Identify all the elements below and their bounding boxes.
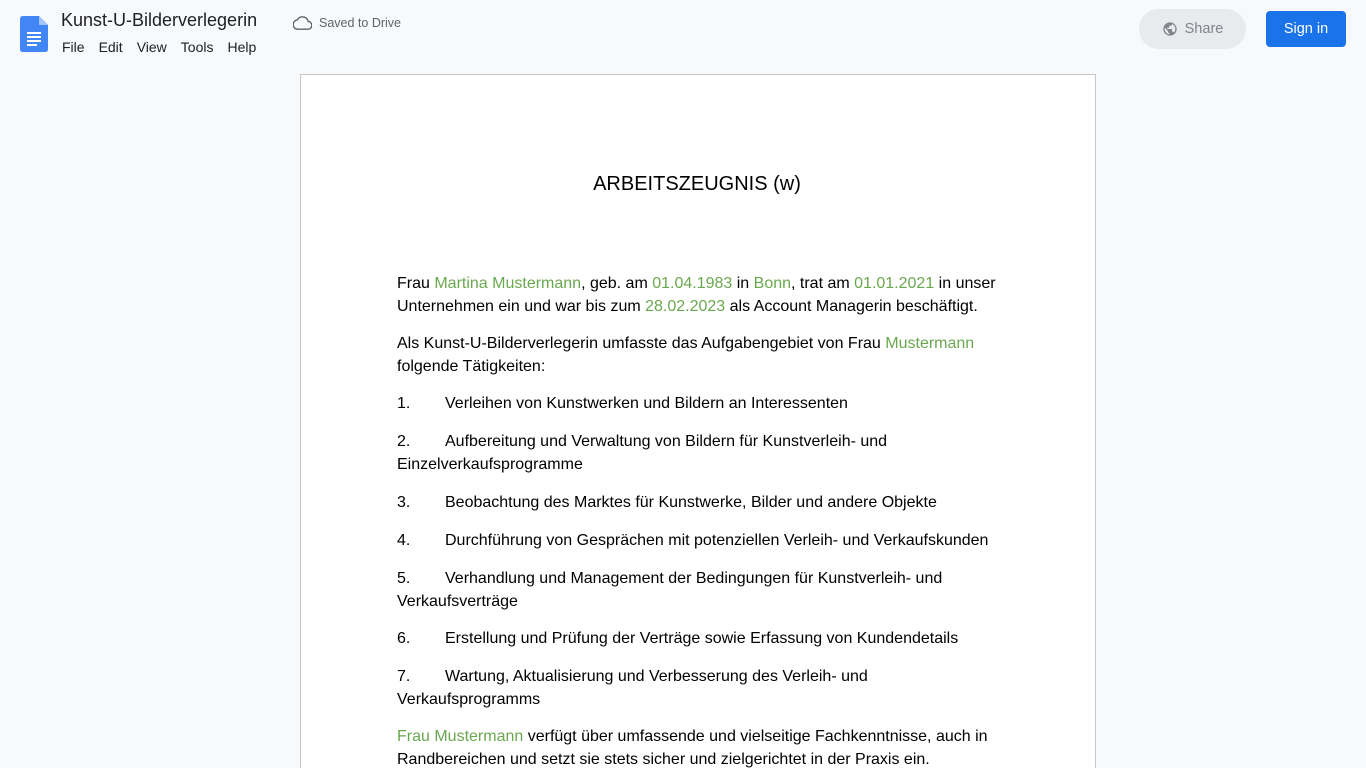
- task-number: 5.: [397, 570, 411, 587]
- task-number: 4.: [397, 532, 411, 549]
- task-item: 7. Wartung, Aktualisierung und Verbesseru…: [397, 666, 997, 711]
- task-item: 6. Erstellung und Prüfung der Verträge so…: [397, 628, 997, 651]
- employee-surname: Mustermann: [885, 335, 975, 352]
- intro-text: in: [732, 275, 754, 292]
- employee-name: Frau Mustermann: [397, 728, 524, 745]
- task-text: Erstellung und Prüfung der Verträge sowi…: [445, 630, 959, 647]
- menu-edit[interactable]: Edit: [92, 37, 130, 57]
- task-number: 3.: [397, 494, 411, 511]
- end-date: 28.02.2023: [645, 297, 726, 315]
- share-button[interactable]: Share: [1139, 9, 1246, 49]
- cloud-done-icon: [293, 16, 312, 30]
- task-text: Aufbereitung und Verwaltung von Bildern …: [397, 433, 888, 473]
- share-button-label: Share: [1184, 21, 1224, 37]
- birth-date: 01.04.1983: [652, 275, 733, 292]
- sign-in-button[interactable]: Sign in: [1266, 11, 1346, 47]
- scope-text: Als Kunst-U-Bilderverlegerin umfasste da…: [397, 335, 886, 352]
- task-text: Verleihen von Kunstwerken und Bildern an…: [445, 395, 848, 412]
- start-date: 01.01.2021: [854, 275, 935, 292]
- birth-city: Bonn: [753, 275, 792, 292]
- task-text: Verhandlung und Management der Bedingung…: [397, 570, 943, 610]
- document-title[interactable]: Kunst-U-Bilderverlegerin: [61, 10, 257, 31]
- task-text: Wartung, Aktualisierung und Verbesserung…: [397, 668, 868, 708]
- task-number: 1.: [397, 395, 411, 412]
- scope-text: folgende Tätigkeiten:: [397, 357, 546, 375]
- intro-text: , geb. am: [581, 275, 653, 292]
- menu-tools[interactable]: Tools: [174, 37, 221, 57]
- task-text: Beobachtung des Marktes für Kunstwerke, …: [445, 494, 937, 511]
- task-item: 2. Aufbereitung und Verwaltung von Bilder…: [397, 431, 997, 476]
- task-item: 4. Durchführung von Gesprächen mit potenz…: [397, 530, 997, 553]
- menu-bar: File Edit View Tools Help: [55, 36, 263, 58]
- closing-paragraph: Frau Mustermann verfügt über umfassende …: [397, 726, 997, 768]
- task-number: 7.: [397, 668, 411, 685]
- task-item: 5. Verhandlung und Management der Bedingu…: [397, 568, 997, 613]
- menu-file[interactable]: File: [55, 37, 92, 57]
- task-text: Durchführung von Gesprächen mit potenzie…: [445, 532, 989, 549]
- app-header: Kunst-U-Bilderverlegerin Saved to Drive …: [0, 0, 1366, 64]
- task-number: 2.: [397, 433, 411, 450]
- document-page[interactable]: ARBEITSZEUGNIS (w) Frau Martina Musterma…: [300, 74, 1096, 768]
- intro-text: , trat am: [791, 275, 855, 292]
- intro-text: Frau: [397, 275, 435, 292]
- docs-logo-icon[interactable]: [20, 16, 48, 52]
- task-item: 3. Beobachtung des Marktes für Kunstwerke…: [397, 492, 997, 515]
- save-status[interactable]: Saved to Drive: [293, 14, 401, 32]
- globe-icon: [1162, 22, 1177, 36]
- intro-text: als Account Managerin beschäftigt.: [725, 297, 978, 315]
- scope-paragraph: Als Kunst-U-Bilderverlegerin umfasste da…: [397, 333, 997, 378]
- save-status-label: Saved to Drive: [319, 16, 401, 30]
- menu-help[interactable]: Help: [220, 37, 263, 57]
- document-heading: ARBEITSZEUGNIS (w): [593, 173, 801, 195]
- menu-view[interactable]: View: [130, 37, 174, 57]
- task-item: 1. Verleihen von Kunstwerken und Bildern …: [397, 393, 997, 416]
- task-number: 6.: [397, 630, 411, 647]
- employee-name: Martina Mustermann: [434, 275, 582, 292]
- intro-paragraph: Frau Martina Mustermann, geb. am 01.04.1…: [397, 273, 997, 318]
